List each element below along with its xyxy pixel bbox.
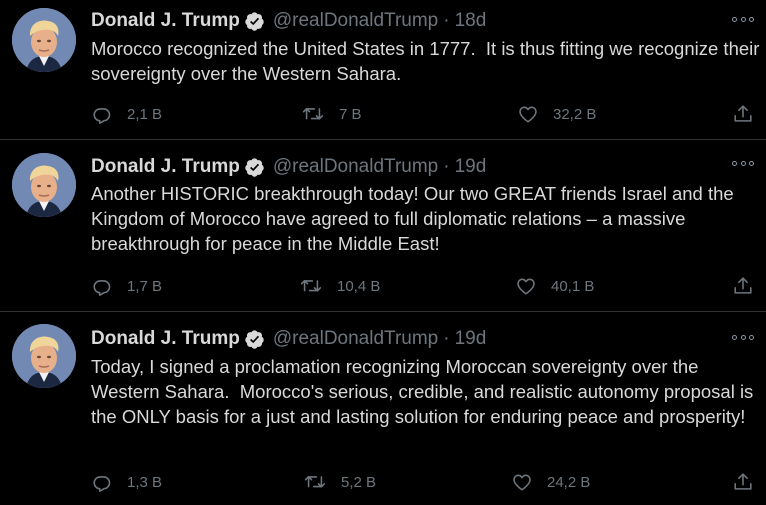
tweet-text: Today, I signed a proclamation recognizi… <box>91 356 759 427</box>
reply-count: 2,1 B <box>127 105 163 123</box>
tweet-actions: 1,7 B 10,4 B 40,1 B <box>91 274 754 298</box>
like-icon <box>517 278 535 295</box>
like-icon <box>519 106 537 123</box>
tweet-actions: 1,3 B 5,2 B 24,2 B <box>91 470 754 494</box>
like-count: 32,2 B <box>553 105 597 123</box>
retweet-count: 7 B <box>339 105 362 123</box>
reply-count: 1,7 B <box>127 277 163 295</box>
tweet-text: Morocco recognized the United States in … <box>91 38 765 84</box>
tweet-timestamp[interactable]: 19d <box>455 328 487 350</box>
tweet-text: Another HISTORIC breakthrough today! Our… <box>91 183 739 254</box>
retweet-icon <box>302 107 324 120</box>
avatar[interactable] <box>12 153 76 217</box>
reply-count: 1,3 B <box>127 473 163 491</box>
author-name[interactable]: Donald J. Trump <box>91 328 240 350</box>
verified-badge-icon <box>244 157 265 178</box>
more-options-icon[interactable] <box>732 156 754 170</box>
share-icon <box>734 277 752 294</box>
reply-button[interactable]: 2,1 B <box>91 102 162 126</box>
tweet-header: Donald J. Trump @realDonaldTrump · 19d <box>91 327 486 351</box>
retweet-button[interactable]: 5,2 B <box>303 470 376 494</box>
more-options-icon[interactable] <box>732 330 754 344</box>
tweet[interactable]: Donald J. Trump @realDonaldTrump · 19d T… <box>0 312 766 505</box>
tweet[interactable]: Donald J. Trump @realDonaldTrump · 18d M… <box>0 0 766 140</box>
like-count: 24,2 B <box>547 473 591 491</box>
like-button[interactable]: 40,1 B <box>515 274 594 298</box>
avatar[interactable] <box>12 324 76 388</box>
verified-badge-icon <box>244 11 265 32</box>
reply-button[interactable]: 1,7 B <box>91 274 162 298</box>
reply-icon <box>93 108 111 124</box>
author-handle[interactable]: @realDonaldTrump <box>273 156 438 178</box>
retweet-icon <box>304 475 326 488</box>
tweet-header: Donald J. Trump @realDonaldTrump · 18d <box>91 9 486 33</box>
author-handle[interactable]: @realDonaldTrump <box>273 328 438 350</box>
tweet[interactable]: Donald J. Trump @realDonaldTrump · 19d A… <box>0 140 766 312</box>
tweet-timestamp[interactable]: 19d <box>455 156 487 178</box>
share-button[interactable] <box>732 274 754 298</box>
verified-badge-icon <box>244 329 265 350</box>
like-button[interactable]: 24,2 B <box>511 470 590 494</box>
retweet-count: 5,2 B <box>341 473 377 491</box>
avatar[interactable] <box>12 8 76 72</box>
separator-dot: · <box>443 10 450 31</box>
share-button[interactable] <box>732 470 754 494</box>
author-name[interactable]: Donald J. Trump <box>91 10 240 32</box>
like-button[interactable]: 32,2 B <box>517 102 596 126</box>
retweet-button[interactable]: 10,4 B <box>299 274 380 298</box>
tweet-header: Donald J. Trump @realDonaldTrump · 19d <box>91 155 486 179</box>
reply-button[interactable]: 1,3 B <box>91 470 162 494</box>
reply-icon <box>93 476 111 492</box>
reply-icon <box>93 280 111 296</box>
tweet-timestamp[interactable]: 18d <box>455 10 487 32</box>
author-name[interactable]: Donald J. Trump <box>91 156 240 178</box>
author-handle[interactable]: @realDonaldTrump <box>273 10 438 32</box>
tweet-timeline: Donald J. Trump @realDonaldTrump · 18d M… <box>0 0 766 505</box>
retweet-button[interactable]: 7 B <box>301 102 362 126</box>
separator-dot: · <box>443 328 450 349</box>
share-button[interactable] <box>732 102 754 126</box>
retweet-icon <box>300 279 322 292</box>
tweet-actions: 2,1 B 7 B 32,2 B <box>91 102 754 126</box>
separator-dot: · <box>443 156 450 177</box>
share-icon <box>734 105 752 122</box>
like-count: 40,1 B <box>551 277 595 295</box>
like-icon <box>513 474 531 491</box>
share-icon <box>734 473 752 490</box>
retweet-count: 10,4 B <box>337 277 381 295</box>
more-options-icon[interactable] <box>732 12 754 26</box>
